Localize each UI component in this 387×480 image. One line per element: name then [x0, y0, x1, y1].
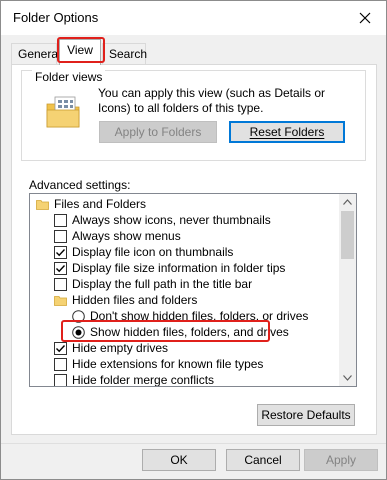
reset-folders-label: Reset Folders [249, 125, 325, 139]
footer-divider [1, 443, 386, 444]
restore-defaults-button[interactable]: Restore Defaults [257, 404, 355, 426]
list-item-label: Hide empty drives [72, 341, 169, 355]
folder-views-description: You can apply this view (such as Details… [98, 86, 326, 115]
folder-views-icon [46, 96, 80, 128]
folder-icon [54, 296, 67, 306]
list-item-label: Always show menus [72, 229, 181, 243]
vertical-scrollbar[interactable] [339, 194, 356, 386]
window-title: Folder Options [13, 10, 99, 25]
checkbox-unchecked-icon[interactable] [54, 358, 67, 371]
checkbox-checked-icon[interactable] [54, 342, 67, 355]
reset-folders-button[interactable]: Reset Folders [229, 121, 345, 143]
checkbox-checked-icon[interactable] [54, 262, 67, 275]
title-bar: Folder Options [1, 1, 386, 35]
checkbox-unchecked-icon[interactable] [54, 214, 67, 227]
advanced-settings-label: Advanced settings: [29, 178, 131, 192]
checkbox-checked-icon[interactable] [54, 246, 67, 259]
close-icon [359, 12, 371, 24]
apply-to-folders-button[interactable]: Apply to Folders [99, 121, 217, 143]
ok-button[interactable]: OK [142, 449, 216, 471]
list-item-label: Hide folder merge conflicts [72, 373, 215, 387]
folder-options-dialog: Folder Options General View Search Folde… [0, 0, 387, 480]
checkbox-unchecked-icon[interactable] [54, 374, 67, 387]
tab-search[interactable]: Search [102, 43, 147, 65]
apply-button[interactable]: Apply [304, 449, 378, 471]
tab-general[interactable]: General [11, 43, 61, 65]
close-button[interactable] [354, 7, 376, 29]
folder-icon [36, 200, 49, 210]
folder-views-legend: Folder views [32, 70, 106, 84]
list-item-label: Display file size information in folder … [72, 261, 286, 275]
list-item-label: Files and Folders [54, 197, 147, 211]
scroll-thumb[interactable] [341, 211, 354, 259]
view-tab-highlight [57, 37, 105, 63]
list-item-label: Hide extensions for known file types [72, 357, 264, 371]
list-item-label: Always show icons, never thumbnails [72, 213, 271, 227]
list-item-label: Display the full path in the title bar [72, 277, 253, 291]
checkbox-unchecked-icon[interactable] [54, 278, 67, 291]
advanced-settings-list[interactable]: Files and Folders Always show icons, nev… [29, 193, 357, 387]
scroll-up-arrow-icon[interactable] [343, 199, 352, 205]
cancel-button[interactable]: Cancel [226, 449, 300, 471]
list-item-label: Hidden files and folders [72, 293, 198, 307]
show-hidden-highlight [61, 320, 270, 342]
list-item-label: Display file icon on thumbnails [72, 245, 234, 259]
checkbox-unchecked-icon[interactable] [54, 230, 67, 243]
scroll-down-arrow-icon[interactable] [343, 375, 352, 381]
